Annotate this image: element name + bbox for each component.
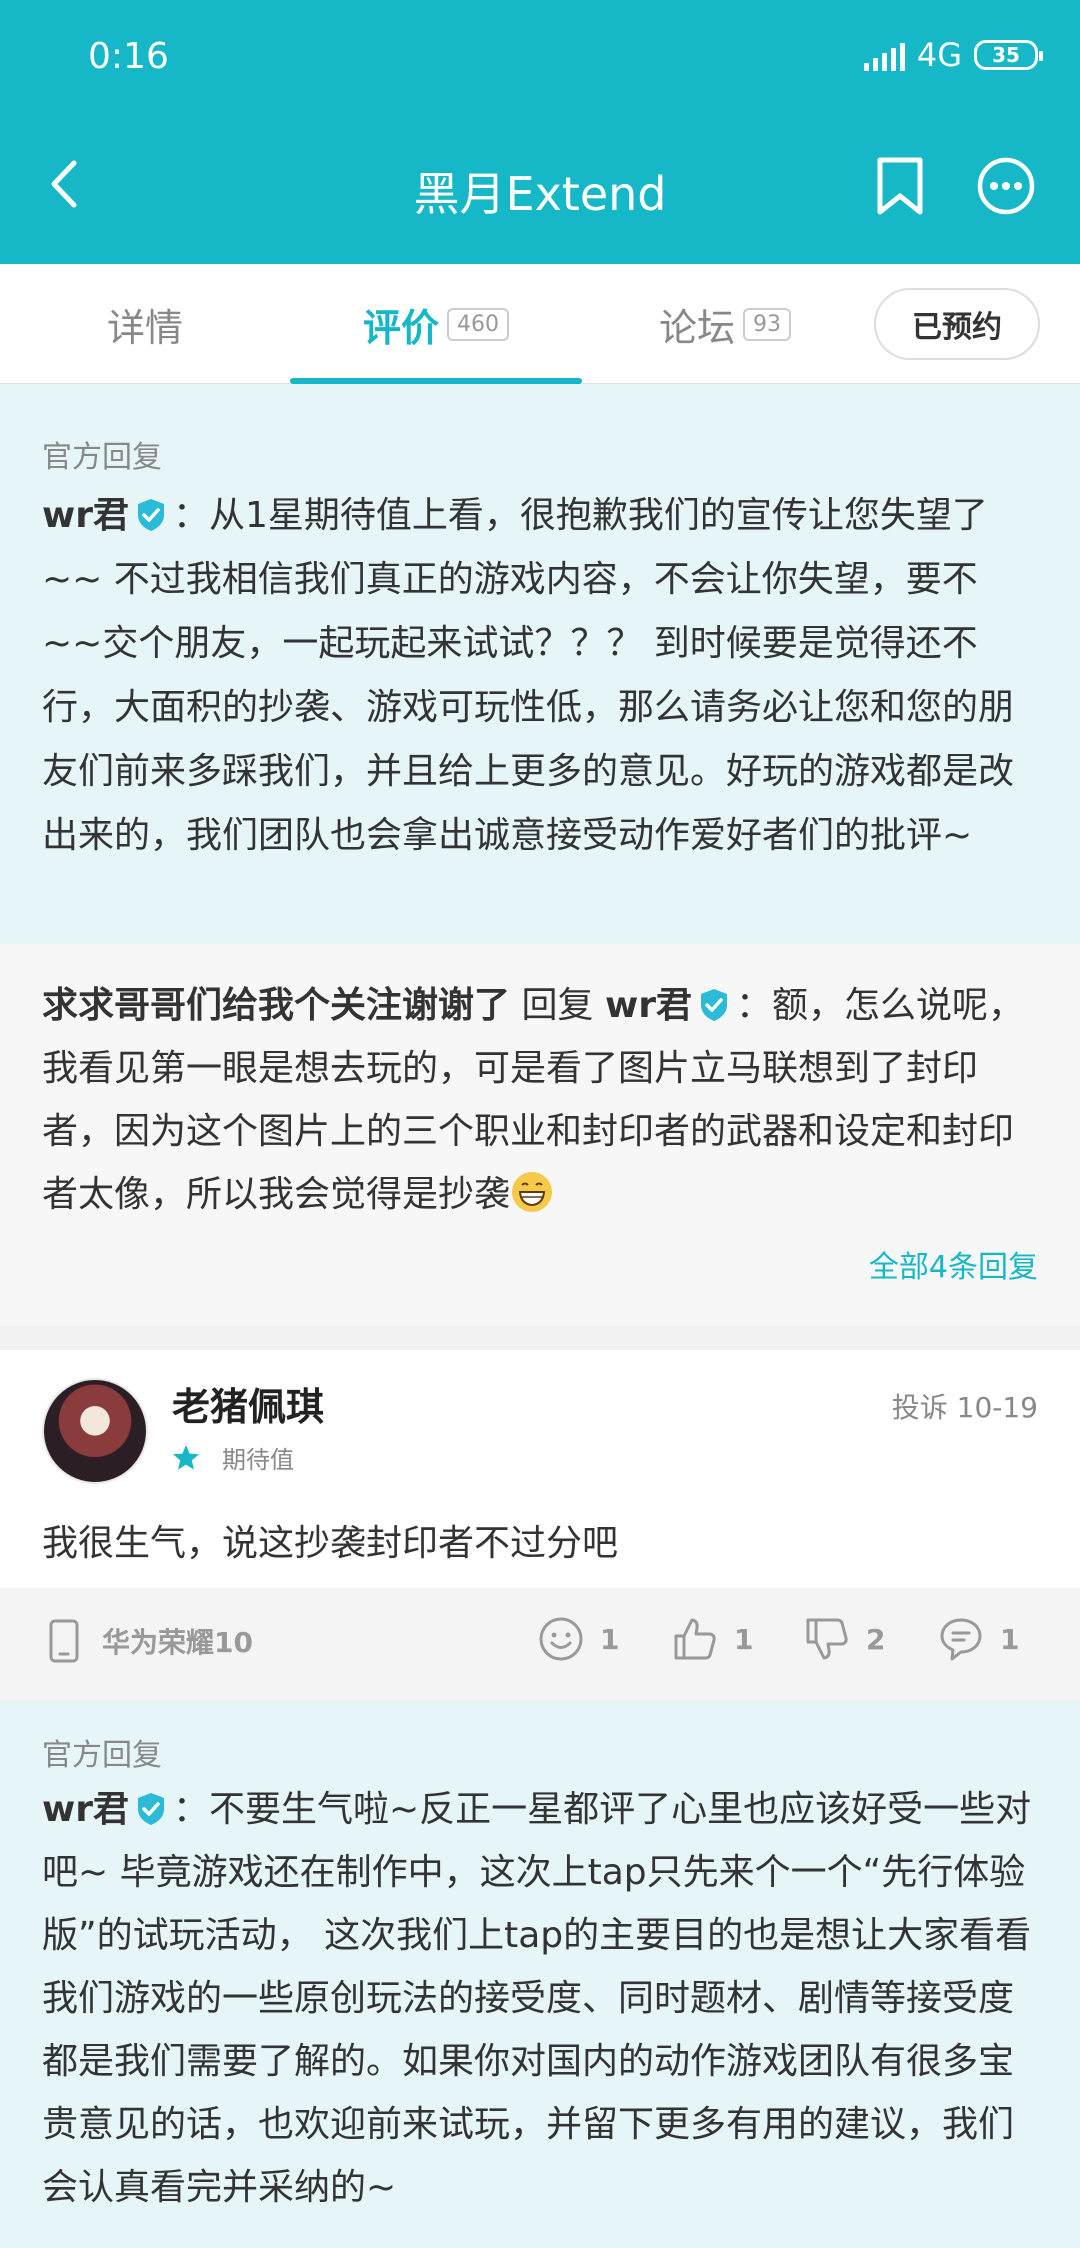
device-info: 华为荣耀10 — [48, 1618, 253, 1664]
review-date: 10-19 — [956, 1391, 1038, 1424]
thumbs-up-icon — [674, 1618, 716, 1660]
comment-count: 1 — [1000, 1622, 1020, 1656]
official-reply-label: 官方回复 — [42, 440, 162, 475]
phone-icon — [49, 1619, 79, 1663]
tab-details[interactable]: 详情 — [40, 264, 250, 384]
report-link[interactable]: 投诉 — [892, 1391, 948, 1424]
reply-username[interactable]: 求求哥哥们给我个关注谢谢了 — [42, 985, 510, 1026]
verified-icon — [138, 1793, 165, 1825]
review-text: 我很生气，说这抄袭封印者不过分吧 — [42, 1523, 619, 1564]
tab-count-badge: 460 — [447, 307, 509, 341]
device-name: 华为荣耀10 — [102, 1626, 253, 1659]
view-all-replies-link[interactable]: 全部4条回复 — [869, 1242, 1038, 1286]
reply-text: 求求哥哥们给我个关注谢谢了 回复 wr君 ：额，怎么说呢，我看见第一眼是想去玩的，… — [42, 974, 1038, 1226]
official-reply-label: 官方回复 — [42, 1738, 162, 1773]
official-reply: 官方回复 wr君 ：从1星期待值上看，很抱歉我们的宣传让您失望了~~ 不过我相信我… — [0, 384, 1080, 944]
signal-icon — [863, 39, 905, 71]
reply-target-username[interactable]: wr君 — [605, 985, 692, 1026]
tab-label: 评价 — [362, 305, 439, 350]
reply-word: 回复 — [521, 985, 594, 1026]
official-reply: 官方回复 wr君 ：不要生气啦~反正一星都评了心里也应该好受一些对吧~ 毕竟游戏还… — [0, 1700, 1080, 2248]
verified-icon — [138, 499, 165, 531]
tab-label: 详情 — [106, 305, 183, 350]
top-app-bar: 0:16 4G 35 黑月Extend — [0, 0, 1080, 264]
battery-icon: 35 — [974, 40, 1043, 70]
like-button[interactable]: 1 — [672, 1616, 753, 1662]
battery-level: 35 — [992, 43, 1020, 67]
fun-count: 1 — [600, 1622, 620, 1656]
bookmark-icon — [877, 157, 923, 215]
official-reply-text: wr君 ：不要生气啦~反正一星都评了心里也应该好受一些对吧~ 毕竟游戏还在制作中，… — [42, 1778, 1038, 2219]
tab-forum[interactable]: 论坛 93 — [620, 264, 830, 384]
dislike-button[interactable]: 2 — [804, 1616, 885, 1662]
tab-count-badge: 93 — [743, 307, 791, 341]
network-type: 4G — [916, 36, 962, 74]
verified-icon — [700, 989, 727, 1021]
review-card: 老猪佩琪 投诉 10-19 期待值 我很生气，说这抄袭封印者不过分吧 — [0, 1350, 1080, 1588]
official-reply-body: ：不要生气啦~反正一星都评了心里也应该好受一些对吧~ 毕竟游戏还在制作中，这次上… — [42, 1789, 1032, 2208]
review-meta: 投诉 10-19 — [892, 1386, 1038, 1426]
official-reply-text: wr君 ：从1星期待值上看，很抱歉我们的宣传让您失望了~~ 不过我相信我们真正的游… — [42, 484, 1038, 868]
official-username[interactable]: wr君 — [42, 1789, 129, 1830]
reserved-button[interactable]: 已预约 — [874, 288, 1040, 360]
review-footer: 华为荣耀10 1 1 2 1 — [0, 1588, 1080, 1700]
more-options-button[interactable] — [976, 156, 1036, 216]
rating-label: 期待值 — [222, 1446, 294, 1474]
comment-icon — [940, 1618, 982, 1661]
tab-label: 论坛 — [658, 305, 735, 350]
official-reply-body: ：从1星期待值上看，很抱歉我们的宣传让您失望了~~ 不过我相信我们真正的游戏内容… — [42, 495, 1015, 856]
status-indicators: 4G 35 — [863, 36, 1043, 74]
tab-reviews[interactable]: 评价 460 — [290, 264, 582, 384]
grin-emoji-icon — [512, 1172, 553, 1212]
reviewer-name[interactable]: 老猪佩琪 — [172, 1376, 324, 1431]
status-time: 0:16 — [88, 36, 169, 77]
smile-icon — [539, 1617, 583, 1661]
more-icon — [977, 157, 1035, 215]
star-icon — [173, 1444, 199, 1470]
avatar[interactable] — [42, 1378, 148, 1484]
dislike-count: 2 — [866, 1622, 886, 1656]
comment-button[interactable]: 1 — [938, 1616, 1019, 1662]
official-username[interactable]: wr君 — [42, 495, 129, 536]
like-count: 1 — [734, 1622, 754, 1656]
rating: 期待值 — [172, 1440, 294, 1475]
fun-button[interactable]: 1 — [538, 1616, 619, 1662]
thumbs-down-icon — [806, 1618, 848, 1660]
bookmark-button[interactable] — [872, 156, 928, 216]
